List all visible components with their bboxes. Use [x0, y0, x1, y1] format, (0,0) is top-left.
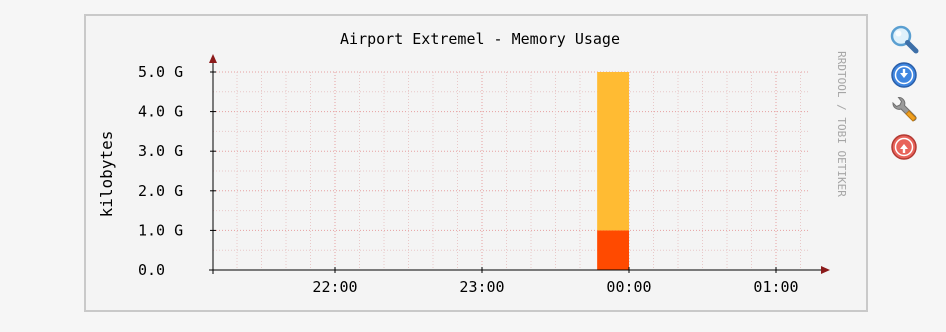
x-tick-label: 01:00 — [753, 278, 798, 296]
download-icon[interactable] — [889, 60, 919, 90]
x-tick-label: 00:00 — [606, 278, 651, 296]
y-tick-label: 1.0 G — [138, 221, 183, 239]
chart-panel: 0.0 1.0 G 2.0 G 3.0 G 4.0 G 5.0 G 22:00 23:00 00… — [84, 14, 868, 312]
memory-usage-chart: 0.0 1.0 G 2.0 G 3.0 G 4.0 G 5.0 G 22:00 23:00 00… — [97, 30, 848, 296]
y-tick-label: 3.0 G — [138, 142, 183, 160]
x-tick-label: 23:00 — [459, 278, 504, 296]
watermark: RRDTOOL / TOBI OETIKER — [835, 51, 848, 197]
x-tick-label: 22:00 — [312, 278, 357, 296]
graph-actions — [889, 24, 919, 162]
chart-title: Airport Extremel - Memory Usage — [340, 30, 620, 48]
y-axis-arrow — [209, 54, 217, 63]
x-axis-arrow — [821, 266, 830, 274]
y-tick-label: 0.0 — [138, 261, 165, 279]
y-axis-label: kilobytes — [97, 131, 116, 218]
bar-0-segment-1 — [597, 72, 629, 231]
y-tick-label: 5.0 G — [138, 63, 183, 81]
y-tick-label: 4.0 G — [138, 103, 183, 121]
bar-0-segment-0 — [597, 230, 629, 270]
wrench-icon[interactable] — [889, 96, 919, 126]
y-tick-label: 2.0 G — [138, 182, 183, 200]
zoom-icon[interactable] — [889, 24, 919, 54]
upload-icon[interactable] — [889, 132, 919, 162]
